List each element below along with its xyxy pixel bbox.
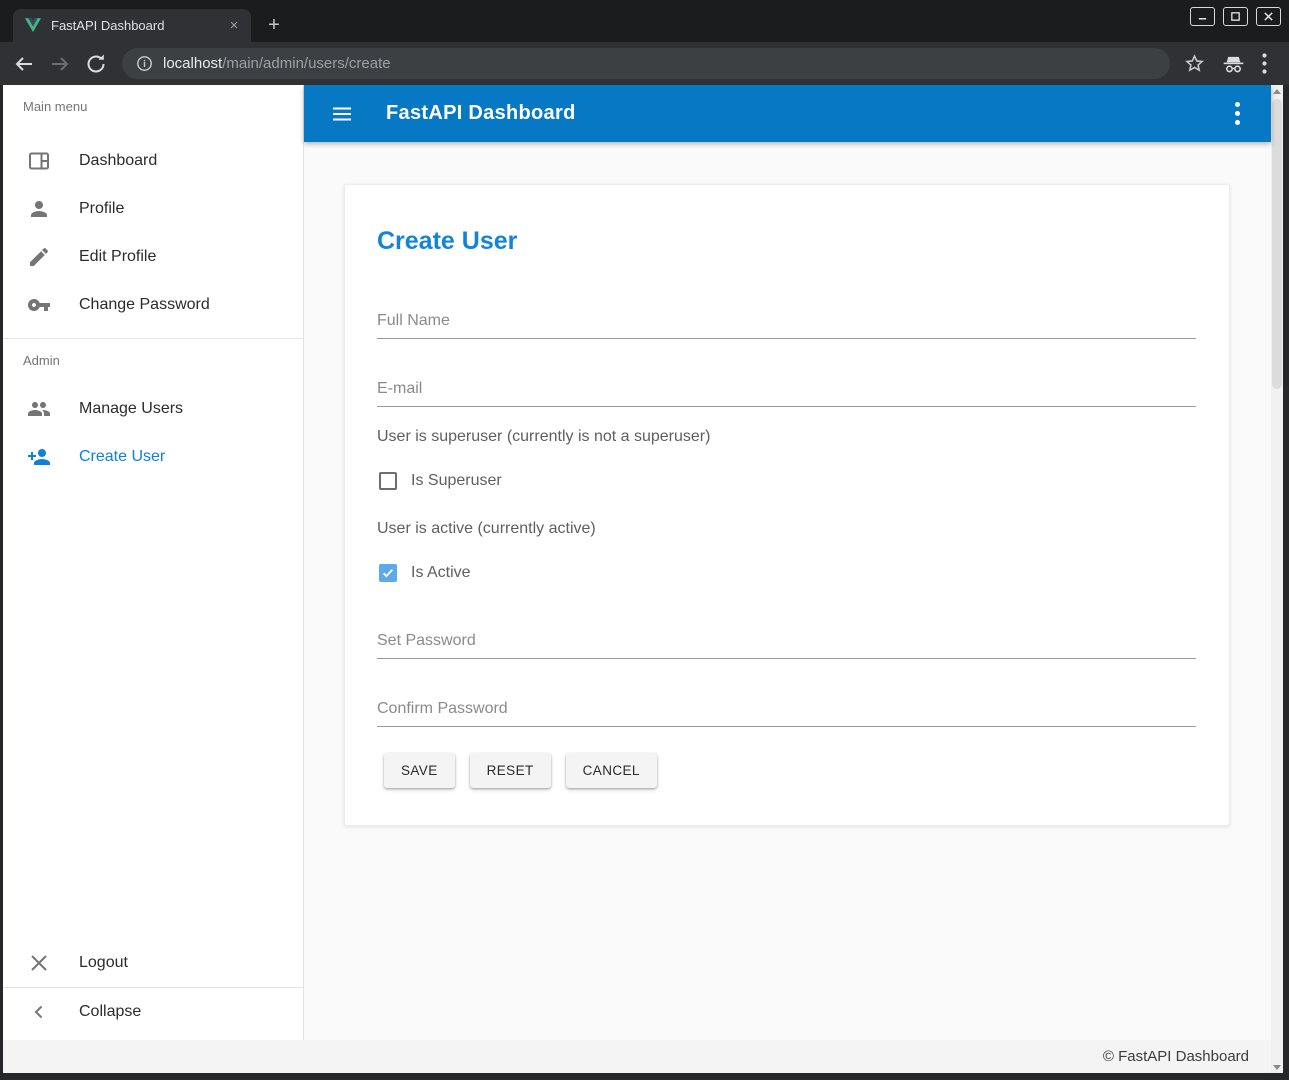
- full-name-input[interactable]: [377, 303, 1196, 339]
- superuser-checkbox-label: Is Superuser: [411, 472, 502, 490]
- browser-tab[interactable]: FastAPI Dashboard ×: [13, 9, 251, 42]
- hamburger-menu-icon[interactable]: [330, 102, 354, 126]
- page-scrollbar[interactable]: [1271, 85, 1283, 1073]
- window-border-right: [1283, 85, 1289, 1080]
- url-text: localhost/main/admin/users/create: [163, 55, 391, 72]
- reset-button[interactable]: RESET: [470, 753, 551, 788]
- site-info-icon[interactable]: [136, 55, 153, 72]
- sidebar-item-dashboard[interactable]: Dashboard: [3, 137, 304, 185]
- vue-favicon-icon: [25, 18, 41, 33]
- scrollbar-down-arrow[interactable]: [1271, 1061, 1283, 1073]
- close-x-icon: [27, 951, 51, 975]
- set-password-field-wrap: [377, 623, 1196, 659]
- main-content: FastAPI Dashboard Create User User is su…: [304, 85, 1271, 1040]
- back-icon[interactable]: [12, 52, 36, 76]
- sidebar-item-manage-users[interactable]: Manage Users: [3, 385, 304, 433]
- browser-window: FastAPI Dashboard × +: [0, 0, 1289, 1080]
- tab-strip: FastAPI Dashboard × +: [0, 0, 1289, 42]
- active-checkbox-label: Is Active: [411, 564, 471, 582]
- key-icon: [27, 293, 51, 317]
- check-icon: [381, 566, 395, 580]
- bookmark-star-icon[interactable]: [1184, 53, 1205, 74]
- sidebar-section-main-menu: Main menu: [23, 99, 87, 114]
- person-icon: [27, 197, 51, 221]
- app-footer: © FastAPI Dashboard: [3, 1040, 1271, 1073]
- full-name-field-wrap: [377, 303, 1196, 339]
- sidebar-item-change-password[interactable]: Change Password: [3, 281, 304, 329]
- forward-icon[interactable]: [48, 52, 72, 76]
- people-icon: [27, 397, 51, 421]
- sidebar-item-edit-profile[interactable]: Edit Profile: [3, 233, 304, 281]
- window-border-left: [0, 85, 3, 1080]
- browser-toolbar: localhost/main/admin/users/create: [0, 42, 1289, 85]
- address-bar[interactable]: localhost/main/admin/users/create: [122, 48, 1170, 79]
- incognito-icon: [1221, 53, 1246, 75]
- app-toolbar: FastAPI Dashboard: [304, 85, 1271, 142]
- sidebar-item-logout[interactable]: Logout: [3, 939, 304, 987]
- browser-menu-kebab-icon[interactable]: [1262, 53, 1267, 74]
- minimize-button[interactable]: [1190, 7, 1215, 26]
- maximize-button[interactable]: [1223, 7, 1248, 26]
- pencil-icon: [27, 245, 51, 269]
- toolbar-right-icons: [1184, 53, 1267, 75]
- confirm-password-input[interactable]: [377, 691, 1196, 727]
- app-viewport: Main menu Dashboard Profile Edit Profile: [3, 85, 1283, 1073]
- email-input[interactable]: [377, 371, 1196, 407]
- tab-close-icon[interactable]: ×: [225, 17, 243, 35]
- confirm-password-field-wrap: [377, 691, 1196, 727]
- reload-icon[interactable]: [84, 52, 108, 76]
- sidebar: Main menu Dashboard Profile Edit Profile: [3, 85, 304, 1040]
- active-checkbox-row[interactable]: Is Active: [379, 564, 471, 582]
- superuser-checkbox[interactable]: [379, 472, 397, 490]
- active-hint: User is active (currently active): [377, 520, 596, 538]
- save-button[interactable]: SAVE: [384, 753, 455, 788]
- appbar-menu-kebab-icon[interactable]: [1235, 102, 1241, 126]
- scrollbar-thumb[interactable]: [1272, 99, 1282, 389]
- sidebar-divider: [3, 338, 304, 339]
- sidebar-section-admin: Admin: [23, 353, 60, 368]
- sidebar-item-profile[interactable]: Profile: [3, 185, 304, 233]
- sidebar-item-create-user[interactable]: Create User: [3, 433, 304, 481]
- person-add-icon: [27, 445, 51, 469]
- active-checkbox[interactable]: [379, 564, 397, 582]
- cancel-button[interactable]: CANCEL: [566, 753, 657, 788]
- appbar-title: FastAPI Dashboard: [386, 102, 576, 125]
- tab-title: FastAPI Dashboard: [51, 18, 225, 33]
- new-tab-button[interactable]: +: [262, 14, 286, 38]
- superuser-hint: User is superuser (currently is not a su…: [377, 428, 710, 446]
- email-field-wrap: [377, 371, 1196, 407]
- window-controls: [1190, 7, 1281, 26]
- footer-copyright: © FastAPI Dashboard: [1103, 1048, 1249, 1065]
- create-user-card: Create User User is superuser (currently…: [344, 184, 1230, 826]
- window-border-bottom: [0, 1073, 1289, 1080]
- sidebar-item-collapse[interactable]: Collapse: [3, 988, 304, 1036]
- set-password-input[interactable]: [377, 623, 1196, 659]
- chevron-left-icon: [27, 1000, 51, 1024]
- form-buttons: SAVE RESET CANCEL: [384, 753, 657, 788]
- page-title: Create User: [377, 227, 517, 256]
- close-window-button[interactable]: [1256, 7, 1281, 26]
- superuser-checkbox-row[interactable]: Is Superuser: [379, 472, 502, 490]
- scrollbar-up-arrow[interactable]: [1271, 85, 1283, 97]
- dashboard-icon: [27, 149, 51, 173]
